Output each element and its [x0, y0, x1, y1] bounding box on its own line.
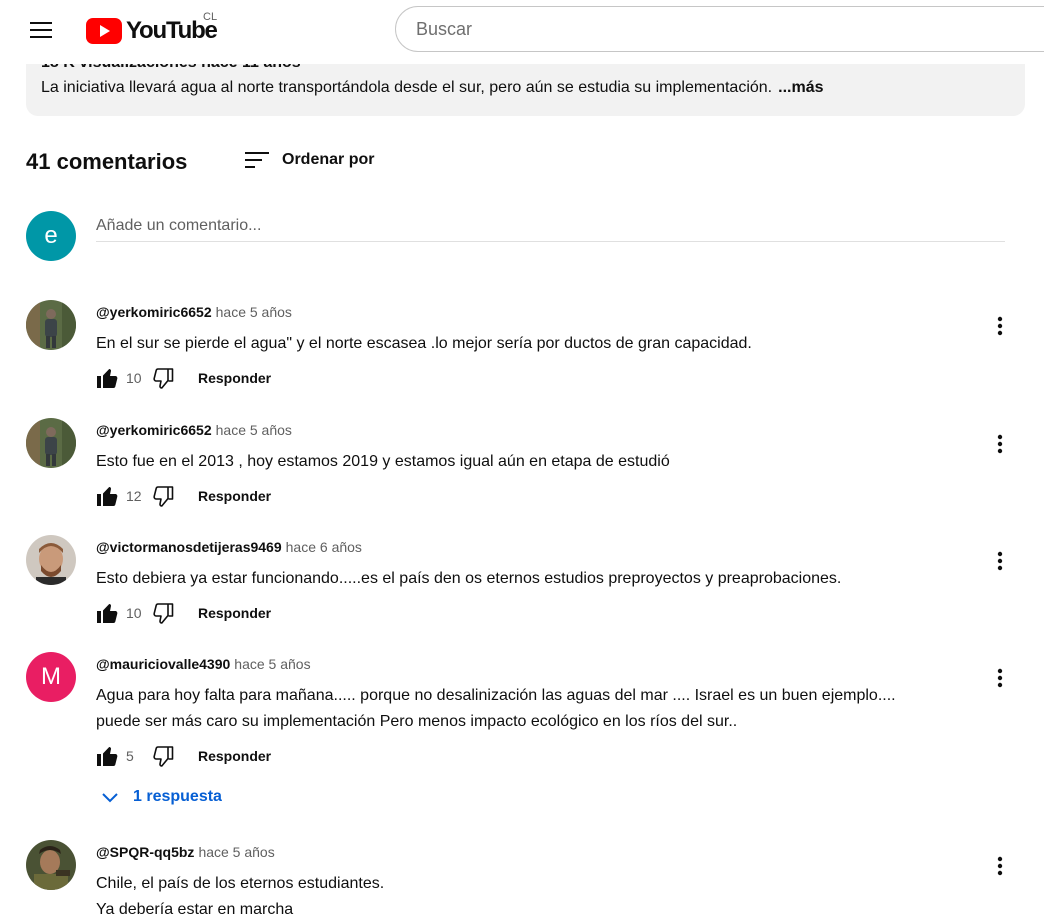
comment-line: Chile, el país de los eternos estudiante…	[96, 875, 385, 892]
comments-count: 41 comentarios	[26, 149, 188, 174]
reply-button[interactable]: Responder	[198, 488, 271, 504]
comment-actions: 12 Responder	[94, 482, 271, 510]
comment-text: Esto fue en el 2013 , hoy estamos 2019 y…	[96, 449, 670, 475]
thumbs-down-icon	[153, 746, 174, 767]
comment-header: @victormanosdetijeras9469 hace 6 años	[96, 539, 362, 557]
comment-author[interactable]: @yerkomiric6652	[96, 304, 212, 320]
comment-line: En el sur se pierde el agua" y el norte …	[96, 335, 752, 352]
menu-icon[interactable]	[28, 18, 54, 44]
comment-line: Esto debiera ya estar funcionando.....es…	[96, 570, 842, 587]
avatar[interactable]	[26, 535, 76, 585]
like-count: 5	[126, 748, 134, 764]
comment-time[interactable]: hace 5 años	[198, 844, 274, 860]
avatar[interactable]: M	[26, 652, 76, 702]
more-options-icon[interactable]	[988, 666, 1012, 690]
avatar[interactable]	[26, 840, 76, 890]
avatar[interactable]	[26, 300, 76, 350]
like-button[interactable]	[94, 483, 120, 509]
reply-button[interactable]: Responder	[198, 370, 271, 386]
thumbs-down-icon	[153, 368, 174, 389]
more-options-icon[interactable]	[988, 314, 1012, 338]
sort-label: Ordenar por	[282, 151, 375, 168]
comment-time[interactable]: hace 5 años	[234, 656, 310, 672]
like-count: 10	[126, 370, 142, 386]
man-face-avatar-icon	[26, 535, 76, 585]
like-button[interactable]	[94, 365, 120, 391]
add-comment-input[interactable]	[96, 210, 1005, 242]
chevron-down-icon	[102, 793, 118, 803]
comment-author[interactable]: @yerkomiric6652	[96, 422, 212, 438]
comment-author[interactable]: @mauriciovalle4390	[96, 656, 230, 672]
soldier-avatar-icon	[26, 840, 76, 890]
comment-text: En el sur se pierde el agua" y el norte …	[96, 331, 752, 357]
comment-line: Agua para hoy falta para mañana..... por…	[96, 687, 896, 704]
forest-person-avatar-icon	[26, 418, 76, 468]
comment-time[interactable]: hace 5 años	[216, 304, 292, 320]
show-replies-button[interactable]: 1 respuesta	[101, 788, 222, 806]
comment-header: @yerkomiric6652 hace 5 años	[96, 304, 292, 322]
comment-actions: 10 Responder	[94, 599, 271, 627]
comment-author[interactable]: @SPQR-qq5bz	[96, 844, 194, 860]
comment-line: Esto fue en el 2013 , hoy estamos 2019 y…	[96, 453, 670, 470]
like-count: 10	[126, 605, 142, 621]
forest-person-avatar-icon	[26, 300, 76, 350]
dislike-button[interactable]	[150, 743, 176, 769]
comment-header: @yerkomiric6652 hace 5 años	[96, 422, 292, 440]
description-snippet: La iniciativa llevará agua al norte tran…	[41, 79, 773, 96]
search-input[interactable]	[395, 6, 1044, 52]
reply-button[interactable]: Responder	[198, 748, 271, 764]
thumbs-down-icon	[153, 603, 174, 624]
more-options-icon[interactable]	[988, 432, 1012, 456]
thumbs-up-icon	[97, 604, 118, 623]
reply-button[interactable]: Responder	[198, 605, 271, 621]
comment-header: @SPQR-qq5bz hace 5 años	[96, 844, 275, 862]
more-options-icon[interactable]	[988, 854, 1012, 878]
more-options-icon[interactable]	[988, 549, 1012, 573]
sort-icon	[245, 152, 269, 168]
comment-line: puede ser más caro su implementación Per…	[96, 713, 738, 730]
comment-actions: 10 Responder	[94, 364, 271, 392]
youtube-logo[interactable]: YouTube	[86, 16, 218, 46]
user-avatar[interactable]: e	[26, 211, 76, 261]
description-text: La iniciativa llevará agua al norte tran…	[41, 79, 823, 97]
dislike-button[interactable]	[150, 365, 176, 391]
like-count: 12	[126, 488, 142, 504]
comment-actions: 5 Responder	[94, 742, 271, 770]
comment-line: Ya debería estar en marcha	[96, 901, 294, 918]
country-code: CL	[203, 11, 218, 23]
thumbs-up-icon	[97, 747, 118, 766]
comment-text: Esto debiera ya estar funcionando.....es…	[96, 566, 841, 592]
show-more-button[interactable]: ...más	[778, 79, 823, 96]
dislike-button[interactable]	[150, 600, 176, 626]
comment-text: Agua para hoy falta para mañana..... por…	[96, 683, 896, 735]
thumbs-up-icon	[97, 487, 118, 506]
dislike-button[interactable]	[150, 483, 176, 509]
comment-time[interactable]: hace 6 años	[286, 539, 362, 555]
replies-count: 1 respuesta	[133, 788, 222, 805]
comment-time[interactable]: hace 5 años	[216, 422, 292, 438]
like-button[interactable]	[94, 743, 120, 769]
thumbs-down-icon	[153, 486, 174, 507]
comment-text: Chile, el país de los eternos estudiante…	[96, 871, 384, 923]
comment-author[interactable]: @victormanosdetijeras9469	[96, 539, 282, 555]
youtube-play-icon	[86, 18, 122, 44]
masthead: YouTube CL	[0, 0, 1044, 64]
comment-header: @mauriciovalle4390 hace 5 años	[96, 656, 311, 674]
thumbs-up-icon	[97, 369, 118, 388]
avatar[interactable]	[26, 418, 76, 468]
like-button[interactable]	[94, 600, 120, 626]
sort-button[interactable]: Ordenar por	[244, 148, 374, 172]
